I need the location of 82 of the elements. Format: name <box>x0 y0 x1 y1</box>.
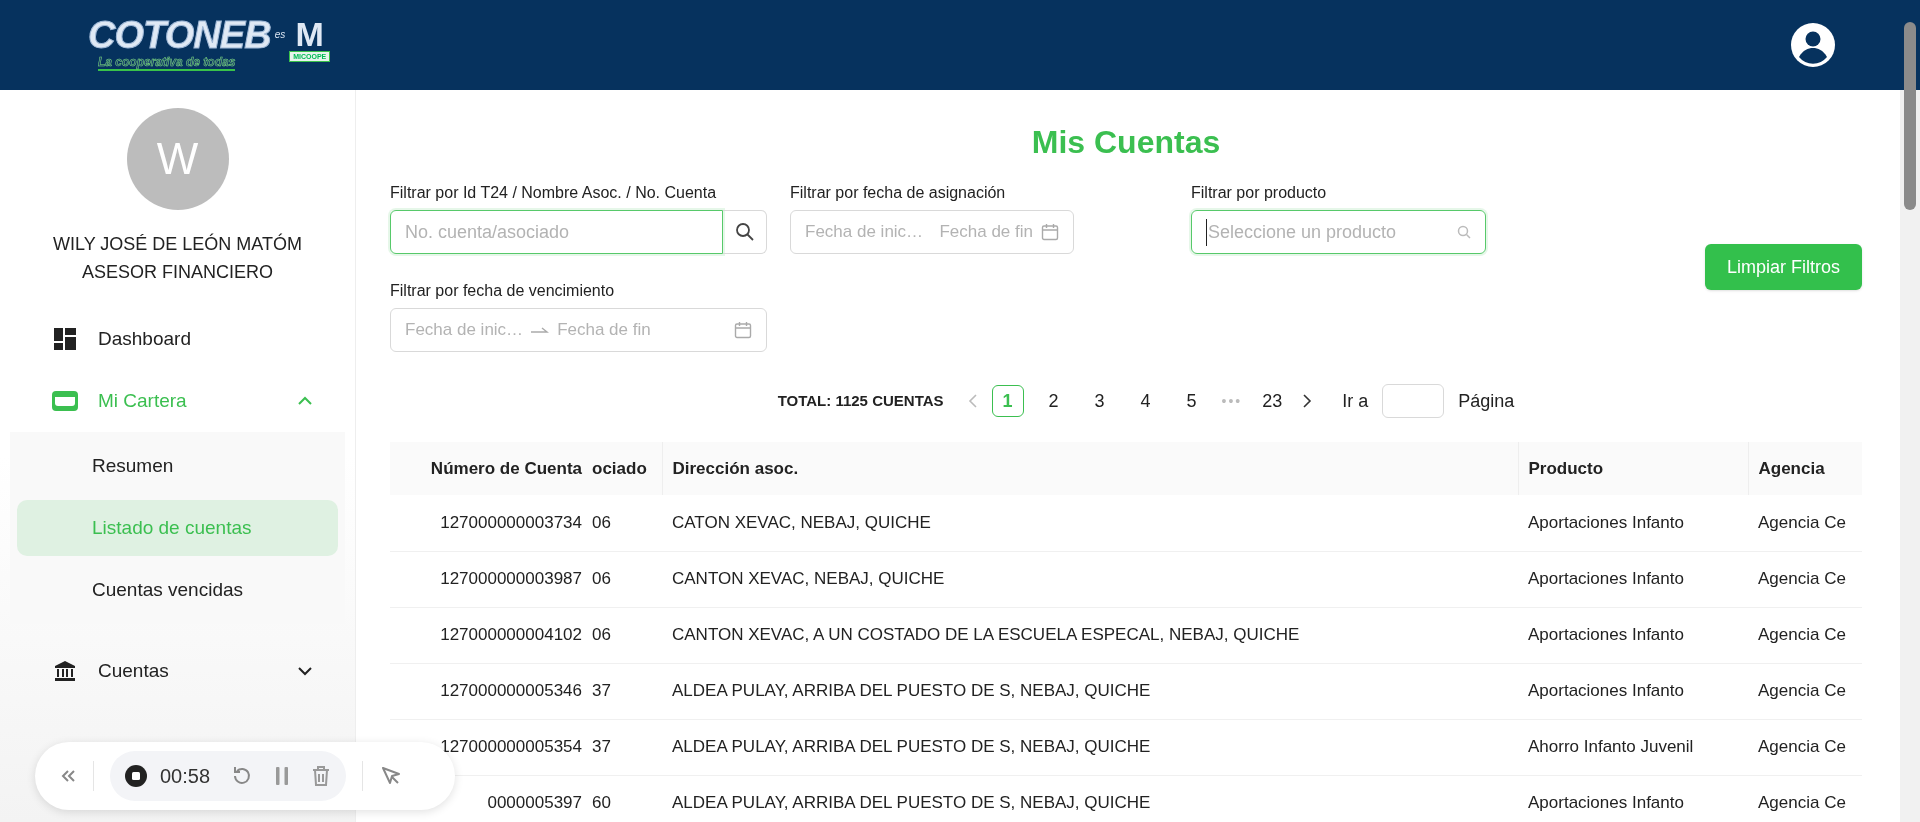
table-cell: ALDEA PULAY, ARRIBA DEL PUESTO DE S, NEBAJ, QUICHE <box>662 719 1518 775</box>
nav-item[interactable]: Dashboard <box>0 308 355 370</box>
page-title: Mis Cuentas <box>1030 123 1222 162</box>
column-header[interactable]: ociado <box>592 442 662 495</box>
table-cell: 127000000004102 <box>390 607 592 663</box>
table-cell: 127000000003734 <box>390 495 592 551</box>
end-date-placeholder: Fecha de fin <box>557 319 651 342</box>
jump-suffix: Página <box>1458 389 1515 413</box>
page-button[interactable]: 3 <box>1083 385 1116 417</box>
user-name: WILY JOSÉ DE LEÓN MATÓM <box>52 232 302 256</box>
table-cell: 06 <box>592 607 662 663</box>
page-button[interactable]: 2 <box>1037 385 1070 417</box>
filter-label: Filtrar por fecha de vencimiento <box>390 281 616 301</box>
table-cell: 06 <box>592 495 662 551</box>
end-date-placeholder: Fecha de fin <box>939 221 1033 244</box>
table-cell: Agencia Ce <box>1748 551 1862 607</box>
user-account-icon[interactable] <box>1791 23 1835 67</box>
user-role: ASESOR FINANCIERO <box>82 261 273 284</box>
page-button[interactable]: 23 <box>1256 385 1289 417</box>
column-header[interactable]: Agencia <box>1748 442 1862 495</box>
table-cell: Aportaciones Infanto <box>1518 775 1748 822</box>
calendar-icon[interactable] <box>1041 223 1059 241</box>
page-jump-field[interactable] <box>1382 384 1445 418</box>
search-icon <box>734 222 755 242</box>
pause-icon[interactable] <box>274 764 291 788</box>
page-button[interactable]: 4 <box>1129 385 1162 417</box>
table-cell: 127000000005346 <box>390 663 592 719</box>
table-cell: Agencia Ce <box>1748 663 1862 719</box>
search-icon <box>1457 225 1471 239</box>
table-cell: Aportaciones Infanto <box>1518 551 1748 607</box>
next-page-icon[interactable] <box>1302 393 1313 409</box>
table-cell: Ahorro Infanto Juvenil <box>1518 719 1748 775</box>
table-cell: 06 <box>592 551 662 607</box>
table-cell: CANTON XEVAC, NEBAJ, QUICHE <box>662 551 1518 607</box>
table-cell: Agencia Ce <box>1748 495 1862 551</box>
logo-wordmark: COTONEB <box>88 15 271 55</box>
scrollbar-thumb[interactable] <box>1904 22 1916 210</box>
table-cell: Agencia Ce <box>1748 719 1862 775</box>
search-field[interactable]: No. cuenta/asociado <box>390 210 723 254</box>
scrollbar[interactable] <box>1900 90 1920 822</box>
start-date-placeholder: Fecha de inic… <box>405 319 524 342</box>
table-cell: CANTON XEVAC, A UN COSTADO DE LA ESCUELA ESPECAL, NEBAJ, QUICHE <box>662 607 1518 663</box>
table-cell: CATON XEVAC, NEBAJ, QUICHE <box>662 495 1518 551</box>
total-count: TOTAL: 1125 CUENTAS <box>777 390 944 411</box>
column-header[interactable]: Dirección asoc. <box>662 442 1518 495</box>
submenu-item[interactable]: Cuentas vencidas <box>17 562 338 618</box>
table-cell: 37 <box>592 719 662 775</box>
logo-connector: es <box>274 28 286 42</box>
start-date-placeholder: Fecha de inic… <box>805 221 924 244</box>
table-cell: 60 <box>592 775 662 822</box>
table-cell: ALDEA PULAY, ARRIBA DEL PUESTO DE S, NEBAJ, QUICHE <box>662 775 1518 822</box>
submenu-item[interactable]: Resumen <box>17 438 338 494</box>
table-cell: Aportaciones Infanto <box>1518 663 1748 719</box>
collapse-icon[interactable] <box>59 768 77 784</box>
avatar: W <box>126 108 229 210</box>
filter-label: Filtrar por producto <box>1191 183 1328 203</box>
column-header[interactable]: Número de Cuenta <box>390 442 592 495</box>
table-cell: Aportaciones Infanto <box>1518 495 1748 551</box>
stop-icon[interactable] <box>124 764 148 788</box>
dashboard-icon <box>54 328 76 350</box>
filter-label: Filtrar por Id T24 / Nombre Asoc. / No. Cuenta <box>390 183 718 203</box>
table-cell: 37 <box>592 663 662 719</box>
recording-timer: 00:58 <box>160 764 211 789</box>
table-cell: 127000000003987 <box>390 551 592 607</box>
logo-slogan: La cooperativa de todas <box>98 55 236 71</box>
table-cell: Agencia Ce <box>1748 607 1862 663</box>
table-cell: Aportaciones Infanto <box>1518 607 1748 663</box>
jump-label: Ir a <box>1342 389 1369 413</box>
search-button[interactable] <box>723 210 767 254</box>
select-placeholder: Seleccione un producto <box>1206 218 1397 246</box>
bank-icon <box>54 661 76 681</box>
table-cell: Agencia Ce <box>1748 775 1862 822</box>
table-cell: ALDEA PULAY, ARRIBA DEL PUESTO DE S, NEBAJ, QUICHE <box>662 663 1518 719</box>
chevron-icon <box>297 666 313 676</box>
page-button[interactable]: 5 <box>1175 385 1208 417</box>
calendar-icon[interactable] <box>734 321 752 339</box>
chevron-icon <box>297 396 313 406</box>
wallet-icon <box>52 391 78 411</box>
previous-page-icon[interactable] <box>967 393 978 409</box>
nav-item[interactable]: Cuentas <box>0 640 355 702</box>
column-header[interactable]: Producto <box>1518 442 1748 495</box>
filter-label: Filtrar por fecha de asignación <box>790 183 1007 203</box>
